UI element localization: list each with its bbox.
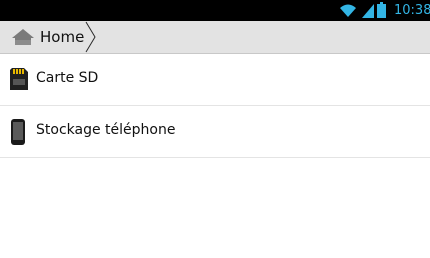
list-item-label: Stockage téléphone bbox=[36, 122, 176, 138]
breadcrumb-home[interactable]: Home bbox=[0, 21, 98, 53]
list-item-label: Carte SD bbox=[36, 70, 99, 86]
home-icon bbox=[11, 28, 35, 50]
list-item-sd-card[interactable]: Carte SD bbox=[0, 54, 430, 106]
wifi-icon bbox=[339, 3, 357, 22]
breadcrumb-home-label: Home bbox=[40, 28, 85, 46]
clock: 10:38 bbox=[394, 3, 430, 18]
battery-icon bbox=[377, 2, 386, 22]
breadcrumb-separator-icon bbox=[84, 21, 98, 57]
signal-icon bbox=[362, 3, 374, 22]
phone-icon bbox=[9, 119, 27, 149]
status-bar: 10:38 bbox=[0, 0, 430, 21]
sd-card-icon bbox=[9, 67, 29, 95]
storage-list: Carte SD Stockage téléphone bbox=[0, 54, 430, 158]
list-item-phone-storage[interactable]: Stockage téléphone bbox=[0, 106, 430, 158]
breadcrumb: Home bbox=[0, 21, 430, 54]
